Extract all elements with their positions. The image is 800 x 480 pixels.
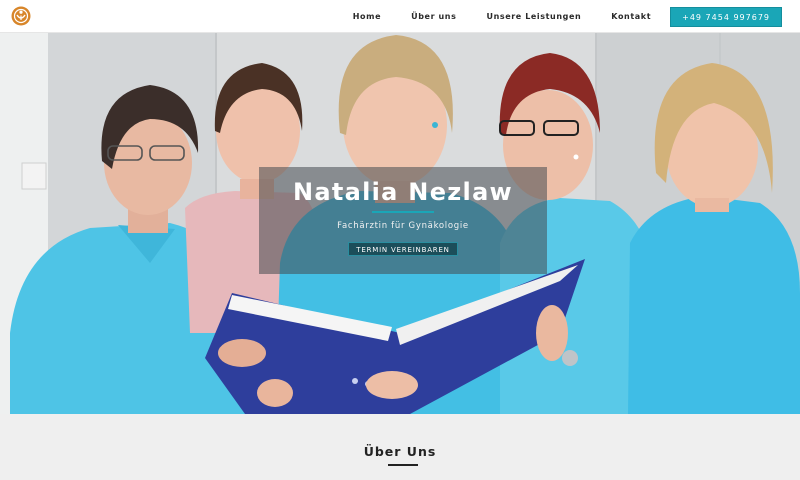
- hero-subtitle: Fachärztin für Gynäkologie: [337, 221, 469, 231]
- hero-title: Natalia Nezlaw: [292, 178, 514, 206]
- about-title: Über Uns: [363, 444, 437, 459]
- nav-kontakt[interactable]: Kontakt: [611, 12, 651, 21]
- phone-button[interactable]: +49 7454 997679: [670, 6, 782, 27]
- hero-divider: [372, 211, 434, 213]
- nav-ueber-uns[interactable]: Über uns: [411, 12, 456, 21]
- hero-overlay: Natalia Nezlaw Fachärztin für Gynäkologi…: [259, 167, 547, 274]
- nav-home[interactable]: Home: [353, 12, 381, 21]
- about-section: Über Uns: [0, 414, 800, 480]
- site-header: Home Über uns Unsere Leistungen Kontakt …: [0, 0, 800, 33]
- hero-section: Natalia Nezlaw Fachärztin für Gynäkologi…: [0, 33, 800, 414]
- about-underline: [388, 464, 418, 466]
- termin-vereinbaren-button[interactable]: TERMIN VEREINBAREN: [348, 242, 458, 256]
- main-navigation: Home Über uns Unsere Leistungen Kontakt …: [353, 0, 782, 33]
- stylized-figure-logo-icon[interactable]: [11, 6, 31, 26]
- nav-leistungen[interactable]: Unsere Leistungen: [486, 12, 581, 21]
